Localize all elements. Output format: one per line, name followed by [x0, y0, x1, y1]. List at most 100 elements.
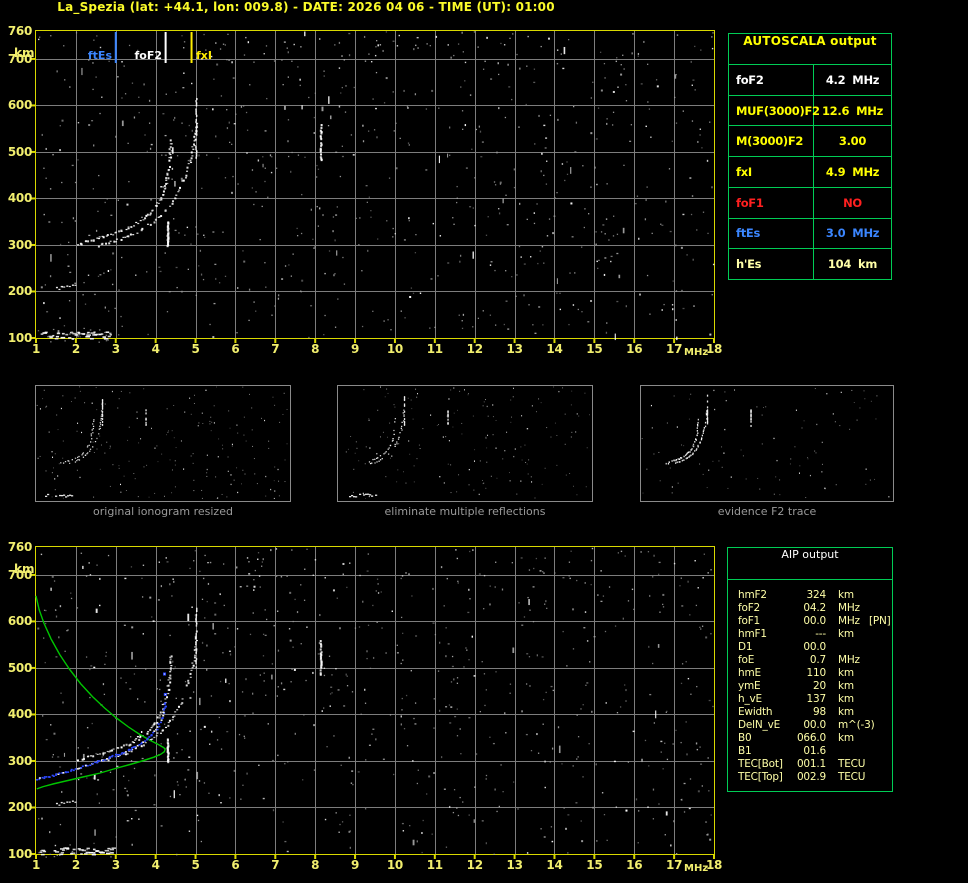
parameter-value-cell: 12.6 MHz	[814, 104, 891, 118]
autoscala-row: h'Es 104 km	[729, 249, 891, 280]
aip-row: ymE 20 km	[728, 679, 892, 692]
parameter-value: 324	[806, 588, 827, 601]
fxi-marker-label: fxI	[196, 49, 212, 62]
aip-row: h_vE 137 km	[728, 692, 892, 705]
parameter-name: D1	[738, 640, 753, 653]
parameter-name: MUF(3000)F2	[729, 95, 820, 126]
parameter-note: [PN]	[869, 614, 891, 627]
parameter-unit: MHz	[856, 103, 884, 118]
x-axis-tick-label: 13	[506, 858, 523, 872]
parameter-value: 4.9	[825, 165, 846, 180]
aip-row: TEC[Bot] 001.1 TECU	[728, 757, 892, 770]
x-axis-tick-label: 14	[546, 858, 563, 872]
station-header: La_Spezia (lat: +44.1, lon: 009.8) - DAT…	[57, 0, 555, 14]
parameter-value: 20	[813, 679, 826, 692]
parameter-name: B0	[738, 731, 752, 744]
parameter-value: 00.0	[803, 614, 826, 627]
parameter-value: 12.6	[821, 103, 850, 118]
x-axis-tick-label: 17	[666, 858, 683, 872]
parameter-name: h'Es	[729, 249, 814, 280]
x-axis-tick-label: 17	[666, 342, 683, 356]
x-axis-tick-label: 7	[271, 342, 280, 356]
aip-output-panel: AIP output hmF2 324 km foF2 04.2 MHz foF1 00.0 M…	[727, 547, 893, 792]
autoscala-row: foF1 NO	[729, 187, 891, 219]
parameter-name: ftEs	[729, 218, 814, 249]
parameter-unit: km	[838, 705, 854, 718]
y-axis-unit-label: km	[14, 562, 35, 576]
fof2-marker-label: foF2	[134, 49, 162, 62]
parameter-unit: MHz	[852, 226, 880, 241]
parameter-value: 002.9	[796, 770, 826, 783]
x-axis-tick-label: 12	[466, 342, 483, 356]
parameter-value-cell: 4.9 MHz	[814, 165, 891, 179]
autoscala-row: foF2 4.2 MHz	[729, 65, 891, 96]
x-axis-tick-label: 10	[386, 858, 403, 872]
parameter-unit: km	[838, 666, 854, 679]
thumbnail-eliminate-canvas	[338, 386, 590, 499]
parameter-name: DelN_vE	[738, 718, 781, 731]
parameter-name: ymE	[738, 679, 761, 692]
aip-panel-title: AIP output	[728, 548, 892, 580]
parameter-value: 4.2	[825, 72, 846, 87]
autoscala-row: MUF(3000)F2 12.6 MHz	[729, 95, 891, 127]
parameter-unit: km	[838, 588, 854, 601]
x-axis-tick-label: 16	[626, 858, 643, 872]
aip-row: foF1 00.0 MHz [PN]	[728, 614, 892, 627]
y-axis-tick-label: 400	[7, 707, 32, 722]
y-axis-tick-label: 400	[7, 191, 32, 206]
parameter-unit: m^(-3)	[838, 718, 875, 731]
parameter-name: hmF1	[738, 627, 767, 640]
x-axis-unit-label: MHz	[684, 347, 709, 358]
thumbnail-caption: original ionogram resized	[93, 505, 233, 518]
y-axis-tick-label: 200	[7, 800, 32, 815]
parameter-name: foF2	[738, 601, 761, 614]
x-axis-tick-label: 8	[311, 858, 320, 872]
x-axis-tick-label: 15	[586, 342, 603, 356]
aip-row: TEC[Top] 002.9 TECU	[728, 770, 892, 783]
parameter-value: 3.0	[825, 226, 846, 241]
x-axis-tick-label: 12	[466, 858, 483, 872]
y-axis-tick-label: 500	[7, 144, 32, 159]
autoscala-rows: foF2 4.2 MHz MUF(3000)F2 12.6 MHz M(3000)F2 3.0…	[729, 65, 891, 280]
x-axis-tick-label: 1	[31, 858, 41, 872]
x-axis-tick-label: 4	[151, 342, 160, 356]
autoscala-row: fxI 4.9 MHz	[729, 157, 891, 188]
parameter-name: hmE	[738, 666, 761, 679]
y-axis-tick-label: 500	[7, 660, 32, 675]
thumbnail-eliminate-reflections	[337, 385, 593, 502]
autoscala-output-panel: AUTOSCALA output foF2 4.2 MHz MUF(3000)F2 12…	[728, 33, 892, 280]
parameter-value: NO	[843, 195, 862, 210]
y-axis-tick-label: 300	[7, 753, 32, 768]
x-axis-tick-label: 2	[71, 342, 80, 356]
top-ionogram-canvas	[30, 25, 720, 344]
x-axis-tick-label: 11	[426, 342, 443, 356]
aip-row: Ewidth 98 km	[728, 705, 892, 718]
thumbnail-evidence-f2	[640, 385, 894, 502]
x-axis-tick-label: 1	[31, 342, 41, 356]
parameter-value-cell: 4.2 MHz	[814, 73, 891, 87]
x-axis-tick-label: 3	[111, 342, 120, 356]
parameter-value: 3.00	[838, 134, 867, 149]
x-axis-tick-label: 10	[386, 342, 403, 356]
x-axis-tick-label: 11	[426, 858, 443, 872]
x-axis-tick-label: 16	[626, 342, 643, 356]
thumbnail-original-ionogram	[35, 385, 291, 502]
parameter-unit: km	[838, 692, 854, 705]
parameter-value: 0.7	[809, 653, 826, 666]
parameter-value: ---	[815, 627, 826, 640]
x-axis-tick-label: 4	[151, 858, 160, 872]
y-axis-tick-label: 600	[7, 98, 32, 113]
x-axis-tick-label: 5	[191, 858, 200, 872]
aip-row: hmF2 324 km	[728, 588, 892, 601]
parameter-value: 066.0	[796, 731, 826, 744]
x-axis-tick-label: 14	[546, 342, 563, 356]
parameter-unit: MHz	[838, 653, 860, 666]
parameter-name: B1	[738, 744, 752, 757]
x-axis-tick-label: 5	[191, 342, 200, 356]
y-axis-tick-label: 760	[7, 24, 32, 38]
parameter-name: TEC[Top]	[738, 770, 783, 783]
y-axis-tick-label: 200	[7, 284, 32, 299]
parameter-value: 110	[806, 666, 827, 679]
parameter-value-cell: 3.00	[814, 134, 891, 148]
parameter-unit: MHz	[838, 601, 860, 614]
